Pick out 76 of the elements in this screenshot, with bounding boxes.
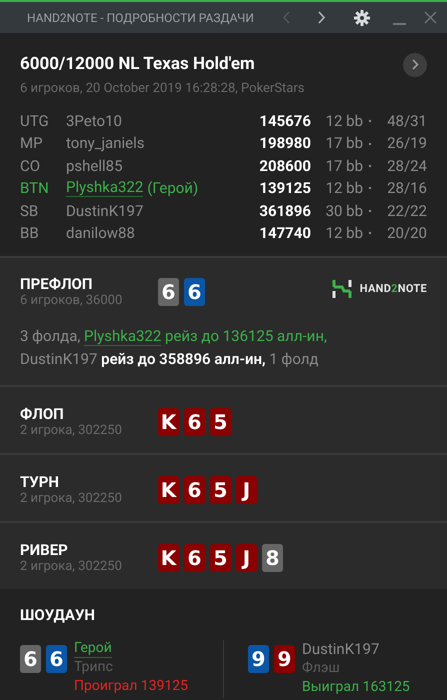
position-label: SB <box>20 200 40 222</box>
player-name: 3Peto10 <box>66 110 122 132</box>
hand-combo: Флэш <box>302 658 340 678</box>
hand-subtitle: 6 игроков, 20 October 2019 16:28:28, PokerStars <box>20 80 306 98</box>
stack-value: 361896 <box>258 200 311 222</box>
player-link[interactable]: Plyshka322 <box>84 327 162 346</box>
player-name: pshell85 <box>66 156 123 177</box>
section-title: РИВЕР <box>20 541 69 560</box>
settings-icon[interactable] <box>354 10 370 26</box>
hand-title: 6000/12000 NL Texas Hold'em <box>20 53 255 76</box>
bb-value: 12 bb <box>324 222 363 244</box>
section-title: ПРЕФЛОП <box>20 275 94 294</box>
section-title: ТУРН <box>20 473 60 492</box>
hero-label: (Герой) <box>147 178 198 200</box>
section-info: 2 игрока, 302250 <box>20 423 123 438</box>
stack-value: 198980 <box>258 133 311 154</box>
bb-value: 12 bb <box>324 110 363 132</box>
playing-card: 6 <box>184 278 205 306</box>
bb-value: 17 bb <box>324 133 363 154</box>
forward-icon[interactable] <box>318 11 326 24</box>
stats-value: 28/16 <box>386 178 427 200</box>
playing-card: 6 <box>184 544 205 572</box>
playing-card: J <box>236 476 257 504</box>
playing-card: 9 <box>248 644 269 673</box>
hand-combo: Трипс <box>74 658 113 677</box>
section-info: 2 игрока, 302250 <box>20 559 123 574</box>
bb-value: 30 bb <box>324 200 363 222</box>
result-text: Выиграл 163125 <box>302 678 410 697</box>
playing-card: 9 <box>274 644 295 673</box>
player-name: DustinK197 <box>302 640 380 659</box>
bb-value: 17 bb <box>324 156 363 177</box>
stats-value: 28/24 <box>386 156 427 177</box>
bb-value: 12 bb <box>324 178 363 200</box>
section-info: 6 игроков, 36000 <box>20 293 124 308</box>
section-title: ФЛОП <box>20 405 65 424</box>
hand2note-logo: HAND2NOTE <box>332 279 427 300</box>
player-name: danilow88 <box>66 222 135 244</box>
position-label: BTN <box>20 178 50 200</box>
minimize-icon[interactable] <box>393 22 406 24</box>
playing-card: 6 <box>20 644 41 673</box>
stack-value: 208600 <box>258 156 311 177</box>
playing-card: 6 <box>158 278 179 306</box>
action-summary: 3 фолда, Plyshka322 рейз до 136125 алл-ин, DustinK197 рейз до 358896 алл-ин, 1 фолд <box>20 326 328 370</box>
playing-card: K <box>158 476 179 504</box>
playing-card: 6 <box>46 644 67 673</box>
playing-card: 6 <box>184 408 205 436</box>
position-label: BB <box>20 222 40 244</box>
position-label: MP <box>20 133 44 154</box>
playing-card: K <box>158 408 179 436</box>
stack-value: 147740 <box>258 222 311 244</box>
section-title: ШОУДАУН <box>20 605 96 626</box>
player-name: DustinK197 <box>66 200 144 222</box>
stack-value: 139125 <box>258 178 311 200</box>
chevron-icon <box>412 59 418 70</box>
playing-card: 8 <box>262 544 283 572</box>
position-label: CO <box>20 156 42 177</box>
player-name: tony_janiels <box>66 133 144 154</box>
player-link[interactable]: Plyshka322 <box>66 179 144 198</box>
playing-card: 5 <box>210 544 231 572</box>
stack-value: 145676 <box>258 110 311 132</box>
player-link[interactable]: Герой <box>74 640 112 658</box>
playing-card: K <box>158 544 179 572</box>
next-button[interactable] <box>403 52 427 77</box>
playing-card: J <box>236 544 257 572</box>
stats-value: 22/22 <box>386 200 427 222</box>
section-info: 2 игрока, 302250 <box>20 491 123 506</box>
playing-card: 5 <box>210 408 231 436</box>
position-label: UTG <box>20 110 50 132</box>
playing-card: 6 <box>184 476 205 504</box>
playing-card: 5 <box>210 476 231 504</box>
stats-value: 48/31 <box>386 110 427 132</box>
close-icon[interactable] <box>424 11 437 24</box>
result-text: Проиграл 139125 <box>74 676 188 696</box>
window-title: HAND2NOTE - ПОДРОБНОСТИ РАЗДАЧИ <box>27 10 254 26</box>
stats-value: 26/19 <box>386 133 427 154</box>
stats-value: 20/20 <box>386 222 427 244</box>
